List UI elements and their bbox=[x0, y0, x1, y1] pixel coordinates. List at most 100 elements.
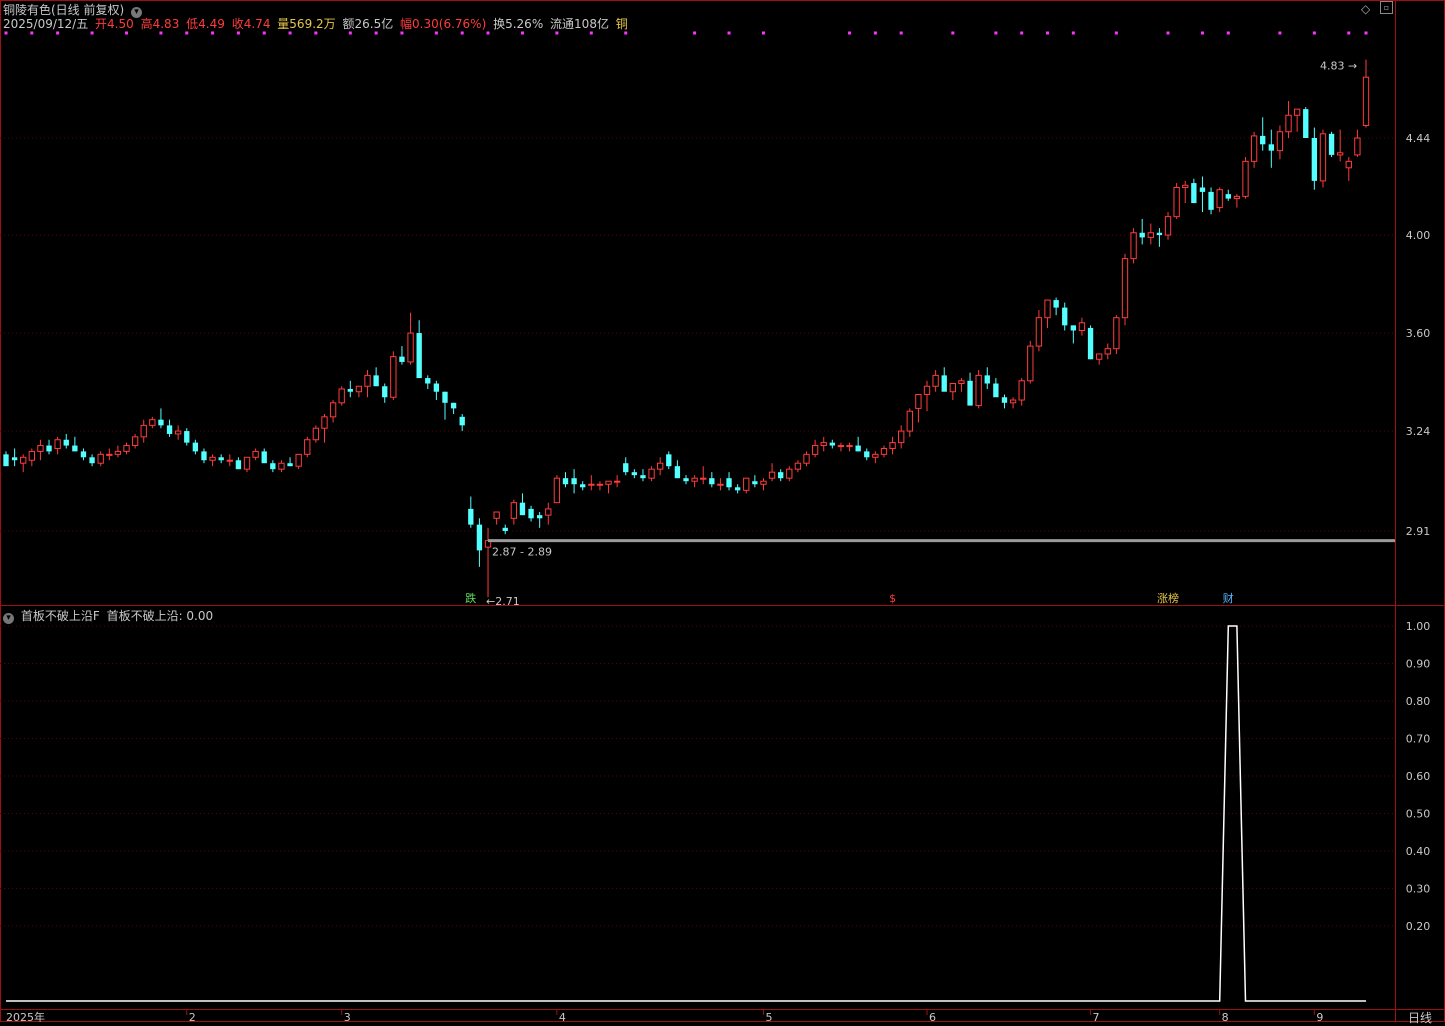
candle bbox=[373, 367, 379, 387]
candle bbox=[1233, 194, 1241, 208]
candle-body bbox=[218, 457, 224, 461]
candle-body bbox=[657, 462, 664, 470]
candle bbox=[794, 460, 802, 473]
candle-body bbox=[519, 502, 526, 516]
candle-body bbox=[984, 375, 990, 384]
candle bbox=[1018, 378, 1025, 406]
quote-open: 开4.50 bbox=[95, 17, 134, 31]
candle bbox=[89, 454, 95, 467]
candle-body bbox=[623, 463, 629, 473]
y-tick-label: 0.90 bbox=[1406, 658, 1431, 671]
quote-amount: 额26.5亿 bbox=[342, 17, 394, 31]
candle bbox=[829, 439, 835, 449]
candle-body bbox=[932, 374, 939, 387]
stock-chart[interactable]: 2.87 - 2.89 ←2.71 4.83 → 跌 $ 涨榜 财 2.91 3.24 3.60… bbox=[0, 0, 1445, 1022]
candle-body bbox=[399, 356, 405, 362]
candle bbox=[984, 367, 990, 389]
candle bbox=[1062, 302, 1068, 331]
candle-body bbox=[1164, 216, 1172, 236]
candle-body bbox=[1095, 353, 1103, 360]
candle bbox=[872, 451, 879, 464]
candlestick-series bbox=[3, 59, 1370, 598]
x-tick-label: 4 bbox=[559, 1011, 566, 1022]
candle-body bbox=[631, 472, 638, 476]
candle bbox=[201, 448, 207, 464]
signal-dot bbox=[848, 31, 852, 35]
candle bbox=[114, 445, 122, 458]
candle-body bbox=[803, 453, 810, 464]
candle-body bbox=[209, 456, 216, 461]
candle bbox=[252, 448, 259, 461]
candle bbox=[1242, 157, 1249, 199]
candle-body bbox=[1070, 325, 1077, 331]
candle-body bbox=[1345, 160, 1352, 169]
candle bbox=[80, 448, 87, 461]
candle-body bbox=[1328, 133, 1335, 155]
period-label[interactable]: 日线 bbox=[1408, 1009, 1432, 1026]
candle bbox=[1087, 325, 1094, 360]
candle bbox=[1354, 129, 1361, 158]
signal-dot bbox=[693, 31, 697, 35]
candle-body bbox=[304, 439, 311, 455]
indicator-header: ▾ 首板不破上沿F 首板不破上沿: 0.00 bbox=[3, 607, 216, 624]
candle-body bbox=[880, 447, 888, 455]
candle bbox=[674, 460, 681, 479]
candle-body bbox=[855, 445, 861, 452]
indicator-line bbox=[6, 625, 1366, 1002]
candle-body bbox=[312, 427, 320, 441]
candle-body bbox=[1062, 307, 1068, 326]
candle bbox=[683, 475, 689, 485]
y-tick-label: 0.20 bbox=[1406, 920, 1431, 933]
candle-body bbox=[545, 508, 552, 516]
candle bbox=[1044, 299, 1051, 328]
candle bbox=[1216, 187, 1223, 213]
restore-icon[interactable]: ▫ bbox=[1380, 1, 1393, 14]
candle-body bbox=[72, 445, 78, 452]
candle-body bbox=[3, 454, 9, 467]
candle bbox=[752, 475, 758, 488]
candle bbox=[820, 436, 827, 452]
candle bbox=[631, 469, 638, 479]
x-tick-label: 5 bbox=[765, 1011, 772, 1022]
candle bbox=[243, 456, 251, 473]
candle bbox=[11, 448, 18, 467]
indicator-dropdown-icon[interactable]: ▾ bbox=[3, 613, 14, 624]
diamond-icon[interactable]: ◇ bbox=[1361, 2, 1370, 16]
signal-dot bbox=[1226, 31, 1230, 35]
candle bbox=[571, 469, 577, 494]
candle bbox=[1147, 223, 1154, 245]
candle-body bbox=[1337, 152, 1344, 156]
candle bbox=[1164, 212, 1172, 240]
signal-dot bbox=[873, 31, 877, 35]
candle bbox=[700, 466, 707, 485]
candle bbox=[846, 442, 853, 452]
candle-body bbox=[640, 475, 646, 479]
candle-body bbox=[760, 480, 767, 485]
candle bbox=[1250, 131, 1258, 168]
indicator-name[interactable]: 首板不破上沿F bbox=[21, 609, 100, 623]
candle-body bbox=[329, 402, 337, 418]
candle bbox=[666, 451, 672, 470]
chart-frame bbox=[0, 0, 1445, 1022]
candle bbox=[778, 469, 784, 482]
candle-body bbox=[743, 477, 750, 491]
event-marker: 财 bbox=[1223, 591, 1234, 605]
signal-dot bbox=[994, 31, 998, 35]
candle bbox=[1311, 127, 1318, 190]
candle bbox=[295, 453, 302, 470]
candle bbox=[407, 312, 414, 365]
candle-body bbox=[20, 456, 27, 464]
candle-body bbox=[192, 442, 199, 452]
candle-body bbox=[993, 383, 999, 398]
candle-body bbox=[1208, 191, 1214, 210]
support-range-label: 2.87 - 2.89 bbox=[492, 546, 552, 559]
candle bbox=[519, 493, 526, 516]
candle bbox=[923, 380, 931, 412]
candle-body bbox=[270, 463, 276, 470]
candle-body bbox=[1362, 76, 1370, 127]
y-tick-label: 0.30 bbox=[1406, 883, 1431, 896]
candle-body bbox=[571, 478, 577, 485]
quote-close: 收4.74 bbox=[231, 17, 271, 31]
candle-body bbox=[89, 457, 95, 464]
candle-body bbox=[1182, 184, 1189, 188]
